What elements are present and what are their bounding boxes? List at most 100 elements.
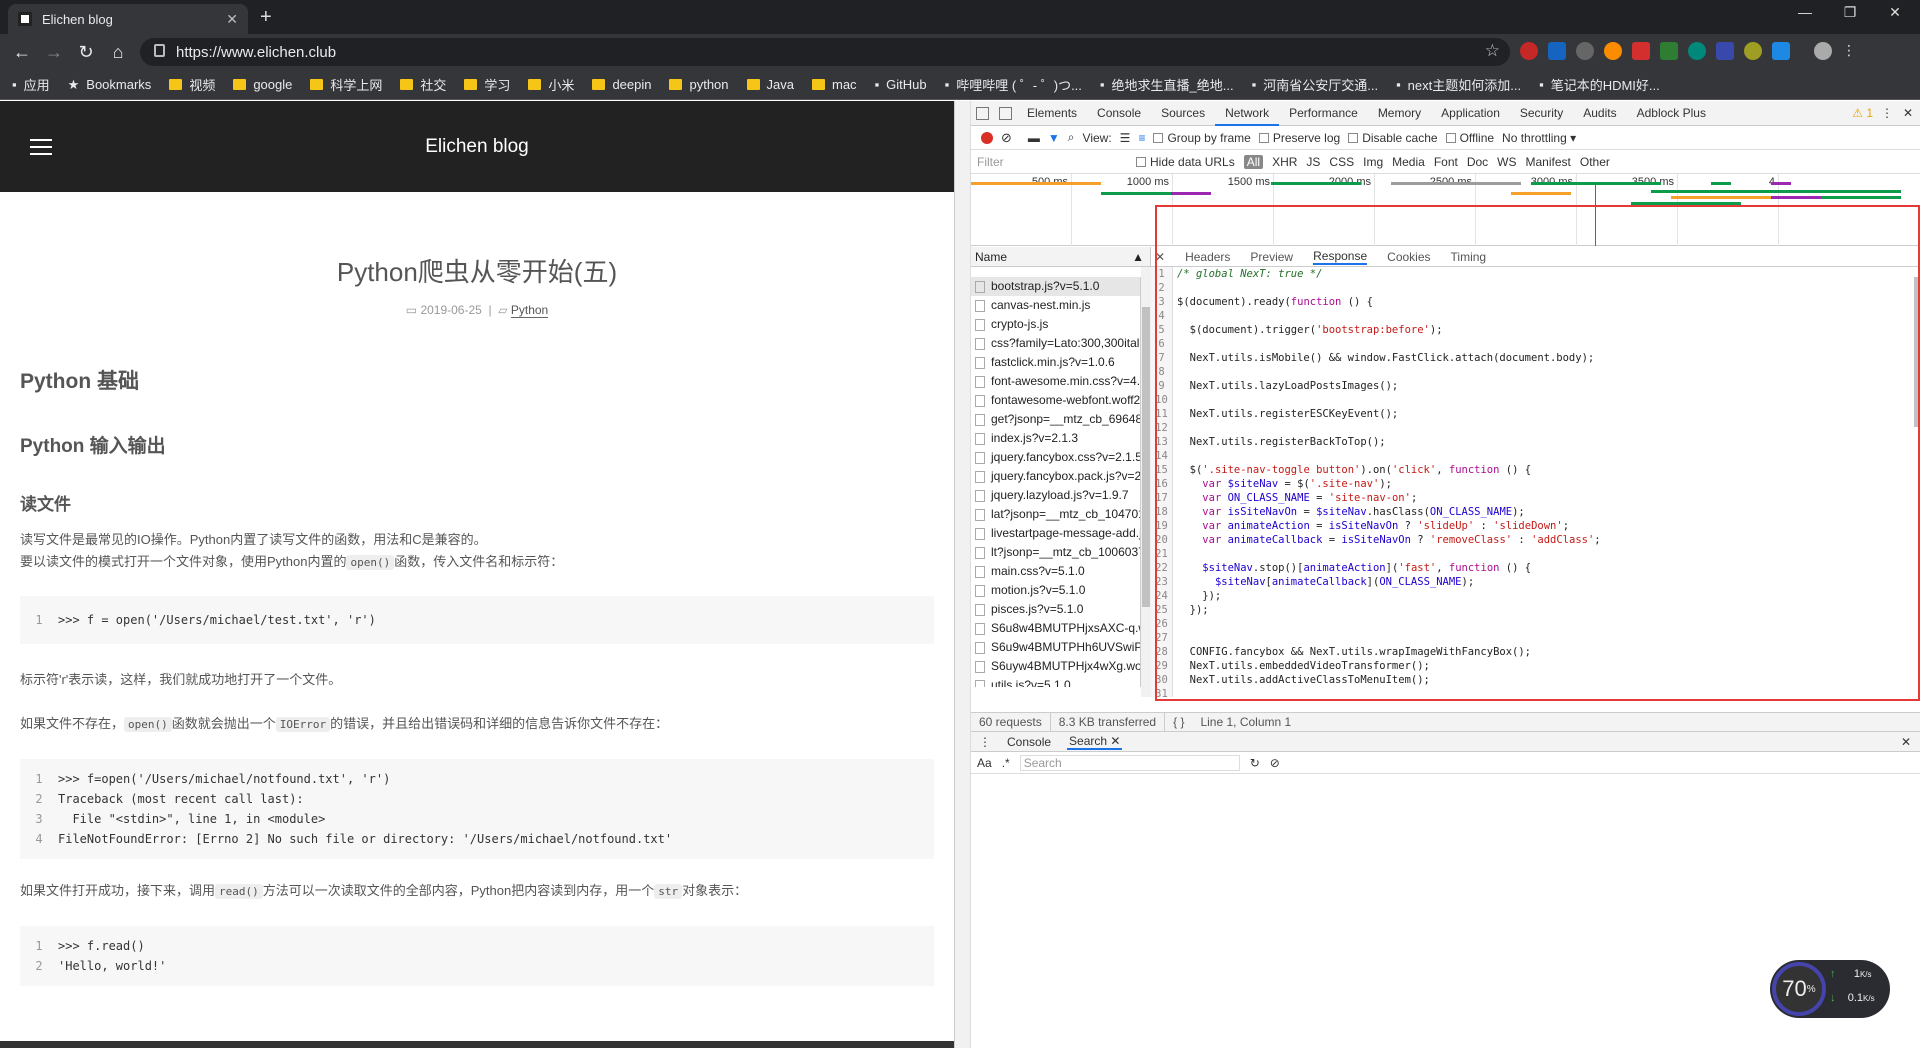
bookmark-item[interactable]: mac [812,77,857,92]
filter-type-ws[interactable]: WS [1497,155,1516,169]
request-row[interactable]: S6u9w4BMUTPHh6UVSwiPGQ [971,638,1140,657]
extension-icon[interactable] [1520,42,1538,60]
bookmark-item[interactable]: ▪ 哔哩哔哩 ( ゜- ゜)つ... [945,75,1082,94]
extension-icon[interactable] [1576,42,1594,60]
restore-icon[interactable]: ❐ [1835,4,1865,21]
filter-type-manifest[interactable]: Manifest [1526,155,1571,169]
response-tab-timing[interactable]: Timing [1451,250,1487,264]
filter-type-css[interactable]: CSS [1329,155,1354,169]
capture-screenshots-icon[interactable]: ▬ [1028,131,1040,145]
close-drawer-icon[interactable]: ✕ [1901,735,1911,749]
menu-toggle-icon[interactable] [30,139,52,160]
filter-input[interactable]: Filter [977,155,1127,169]
regex-toggle[interactable]: .* [1002,756,1010,770]
minimize-icon[interactable]: — [1790,4,1820,20]
drawer-menu-icon[interactable]: ⋮ [979,735,991,749]
devtools-tab-performance[interactable]: Performance [1279,101,1368,126]
search-input[interactable]: Search [1019,754,1240,771]
request-row[interactable]: index.js?v=2.1.3 [971,429,1140,448]
translate-icon[interactable] [1548,42,1566,60]
request-row[interactable]: jquery.fancybox.pack.js?v=2.1.5 [971,467,1140,486]
preserve-log[interactable]: Preserve log [1258,131,1340,145]
offline[interactable]: Offline [1445,131,1494,145]
request-row[interactable]: get?jsonp=__mtz_cb_69648128 [971,410,1140,429]
filter-type-doc[interactable]: Doc [1467,155,1488,169]
bookmark-item[interactable]: deepin [592,77,651,92]
request-row[interactable]: lat?jsonp=__mtz_cb_10470148 [971,505,1140,524]
drawer-tab-search[interactable]: Search ✕ [1067,734,1123,750]
request-row[interactable]: canvas-nest.min.js [971,296,1140,315]
response-tab-response[interactable]: Response [1313,249,1368,265]
new-tab-button[interactable]: + [260,6,272,29]
close-devtools-icon[interactable]: ✕ [1903,106,1913,120]
request-list-scrollbar[interactable] [1141,267,1151,697]
browser-tab[interactable]: Elichen blog ✕ [8,4,248,34]
bookmark-item[interactable]: 小米 [528,75,574,94]
waterfall-icon[interactable]: ≡ [1138,131,1145,145]
response-scrollbar[interactable] [1913,267,1920,697]
request-row[interactable]: livestartpage-message-add.js [971,524,1140,543]
post-category-link[interactable]: Python [510,303,549,318]
bookmark-item[interactable]: ▪ GitHub [875,77,927,92]
close-window-icon[interactable]: ✕ [1880,4,1910,21]
bookmark-item[interactable]: 视频 [169,75,215,94]
filter-type-js[interactable]: JS [1306,155,1320,169]
bookmark-item[interactable]: 科学上网 [310,75,382,94]
devtools-tab-audits[interactable]: Audits [1573,101,1626,126]
hide-data-urls[interactable]: Hide data URLs [1136,155,1235,169]
bookmark-item[interactable]: Java [746,77,794,92]
bookmark-item[interactable]: ▪ 绝地求生直播_绝地... [1100,75,1234,94]
devtools-tab-security[interactable]: Security [1510,101,1573,126]
close-detail-icon[interactable]: ✕ [1155,250,1165,264]
bookmark-item[interactable]: ★ Bookmarks [68,77,152,93]
bookmark-item[interactable]: ▪ 河南省公安厅交通... [1252,75,1378,94]
large-rows-icon[interactable]: ☰ [1120,131,1131,145]
filter-type-img[interactable]: Img [1363,155,1383,169]
devtools-tab-elements[interactable]: Elements [1017,101,1087,126]
match-case-toggle[interactable]: Aa [977,756,992,770]
request-row[interactable]: S6uyw4BMUTPHjx4wXg.woff2 [971,657,1140,676]
network-speed-widget[interactable]: 70% ↑ 1K/s ↓ 0.1K/s [1770,960,1890,1018]
disable-cache[interactable]: Disable cache [1348,131,1438,145]
page-scrollbar[interactable] [955,101,971,1048]
filter-icon[interactable]: ▼ [1048,131,1060,145]
filter-type-xhr[interactable]: XHR [1272,155,1297,169]
devtools-tab-network[interactable]: Network [1215,101,1280,126]
filter-type-other[interactable]: Other [1580,155,1610,169]
request-row[interactable]: bootstrap.js?v=5.1.0 [971,277,1140,296]
bookmark-item[interactable]: ▪ 笔记本的HDMI好... [1539,75,1660,94]
request-row[interactable]: font-awesome.min.css?v=4.6.2 [971,372,1140,391]
clear-icon[interactable]: ⊘ [1001,130,1012,146]
drawer-tab-console[interactable]: Console [1007,735,1051,749]
back-icon[interactable]: ← [6,42,38,63]
response-source[interactable]: 1 /* global NexT: true */ 2 3 $(document).re… [1151,267,1909,697]
filter-type-font[interactable]: Font [1434,155,1458,169]
group-by-frame[interactable]: Group by frame [1153,131,1251,145]
request-row[interactable]: main.css?v=5.1.0 [971,562,1140,581]
request-row[interactable]: S6u8w4BMUTPHjxsAXC-q.woff [971,619,1140,638]
response-tab-headers[interactable]: Headers [1185,250,1230,264]
request-row[interactable]: utils.js?v=5.1.0 [971,676,1140,687]
response-tab-cookies[interactable]: Cookies [1387,250,1430,264]
request-row[interactable]: fontawesome-webfont.woff2?v [971,391,1140,410]
device-toolbar-icon[interactable] [999,106,1012,120]
address-bar[interactable]: https://www.elichen.club ☆ [140,38,1510,66]
request-row[interactable]: jquery.lazyload.js?v=1.9.7 [971,486,1140,505]
avatar[interactable] [1814,42,1832,60]
name-column-header[interactable]: Name ▲ [971,247,1151,267]
refresh-icon[interactable]: ↻ [1250,756,1260,770]
request-row[interactable]: fastclick.min.js?v=1.0.6 [971,353,1140,372]
bookmark-item[interactable]: 学习 [464,75,510,94]
devtools-tab-memory[interactable]: Memory [1368,101,1431,126]
filter-type-media[interactable]: Media [1392,155,1425,169]
filter-type-all[interactable]: All [1243,154,1264,169]
bookmark-item[interactable]: ▪ next主题如何添加... [1396,75,1521,94]
more-icon[interactable]: ⋮ [1881,106,1893,120]
extension-icon[interactable] [1688,42,1706,60]
close-search-icon[interactable]: ✕ [1110,734,1120,748]
bookmark-item[interactable]: 社交 [400,75,446,94]
request-row[interactable]: css?family=Lato:300,300italic,4 [971,334,1140,353]
close-tab-icon[interactable]: ✕ [226,11,238,28]
devtools-tab-sources[interactable]: Sources [1151,101,1215,126]
request-row[interactable]: jquery.fancybox.css?v=2.1.5 [971,448,1140,467]
